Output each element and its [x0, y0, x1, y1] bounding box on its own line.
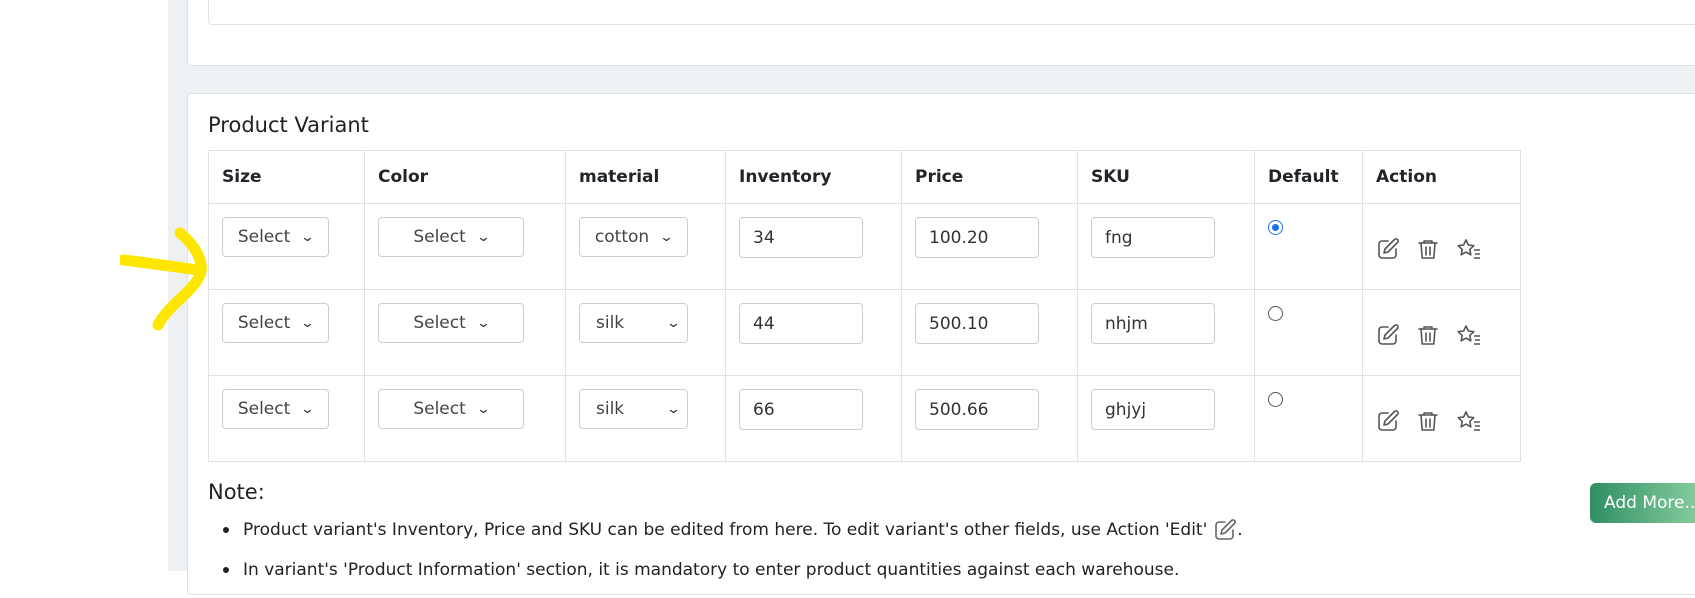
header-size: Size — [208, 150, 365, 204]
material-select[interactable]: silk ⌄ — [579, 389, 688, 429]
chevron-down-icon: ⌄ — [658, 229, 675, 245]
trash-icon[interactable] — [1416, 237, 1440, 261]
default-radio[interactable] — [1268, 392, 1283, 407]
sku-input[interactable]: fng — [1091, 217, 1215, 258]
chevron-down-icon: ⌄ — [665, 401, 682, 417]
trash-icon[interactable] — [1416, 409, 1440, 433]
price-input[interactable]: 500.10 — [915, 303, 1039, 344]
size-select[interactable]: Select ⌄ — [222, 303, 329, 343]
star-list-icon[interactable] — [1456, 237, 1482, 261]
color-select[interactable]: Select ⌄ — [378, 303, 524, 343]
inventory-input[interactable]: 34 — [739, 217, 863, 258]
edit-icon[interactable] — [1376, 323, 1400, 347]
note-title: Note: — [208, 480, 265, 504]
table-row: Select ⌄ Select ⌄ silk ⌄ 44 500.10 nhjm — [208, 289, 1521, 376]
default-radio[interactable] — [1268, 220, 1283, 235]
header-inventory: Inventory — [725, 150, 902, 204]
table-row: Select ⌄ Select ⌄ cotton ⌄ 34 100.20 fng — [208, 203, 1521, 290]
edit-icon[interactable] — [1376, 237, 1400, 261]
top-card-field — [208, 0, 1695, 25]
edit-icon — [1215, 519, 1237, 540]
chevron-down-icon: ⌄ — [475, 229, 491, 245]
inventory-input[interactable]: 44 — [739, 303, 863, 344]
note-item: Product variant's Inventory, Price and S… — [218, 518, 1243, 558]
header-price: Price — [901, 150, 1078, 204]
header-default: Default — [1254, 150, 1363, 204]
price-input[interactable]: 100.20 — [915, 217, 1039, 258]
material-select[interactable]: cotton ⌄ — [579, 217, 688, 257]
chevron-down-icon: ⌄ — [300, 315, 316, 331]
highlight-arrow-annotation — [120, 227, 207, 331]
table-row: Select ⌄ Select ⌄ silk ⌄ 66 500.66 ghjyj — [208, 375, 1521, 462]
table-header-row: Size Color material Inventory Price SKU … — [208, 150, 1521, 204]
color-select[interactable]: Select ⌄ — [378, 389, 524, 429]
star-list-icon[interactable] — [1456, 323, 1482, 347]
edit-icon[interactable] — [1376, 409, 1400, 433]
chevron-down-icon: ⌄ — [475, 401, 491, 417]
note-list: Product variant's Inventory, Price and S… — [218, 518, 1243, 598]
size-select[interactable]: Select ⌄ — [222, 217, 329, 257]
chevron-down-icon: ⌄ — [300, 229, 316, 245]
header-action: Action — [1362, 150, 1521, 204]
sku-input[interactable]: ghjyj — [1091, 389, 1215, 430]
chevron-down-icon: ⌄ — [475, 315, 491, 331]
chevron-down-icon: ⌄ — [665, 315, 682, 331]
chevron-down-icon: ⌄ — [300, 401, 316, 417]
variants-table: Size Color material Inventory Price SKU … — [208, 150, 1521, 462]
size-select[interactable]: Select ⌄ — [222, 389, 329, 429]
header-sku: SKU — [1077, 150, 1255, 204]
header-material: material — [565, 150, 726, 204]
trash-icon[interactable] — [1416, 323, 1440, 347]
note-item: In variant's 'Product Information' secti… — [218, 558, 1243, 598]
inventory-input[interactable]: 66 — [739, 389, 863, 430]
default-radio[interactable] — [1268, 306, 1283, 321]
header-color: Color — [364, 150, 566, 204]
color-select[interactable]: Select ⌄ — [378, 217, 524, 257]
add-more-button[interactable]: Add More... — [1590, 483, 1695, 523]
section-title: Product Variant — [208, 113, 369, 137]
material-select[interactable]: silk ⌄ — [579, 303, 688, 343]
price-input[interactable]: 500.66 — [915, 389, 1039, 430]
sku-input[interactable]: nhjm — [1091, 303, 1215, 344]
star-list-icon[interactable] — [1456, 409, 1482, 433]
